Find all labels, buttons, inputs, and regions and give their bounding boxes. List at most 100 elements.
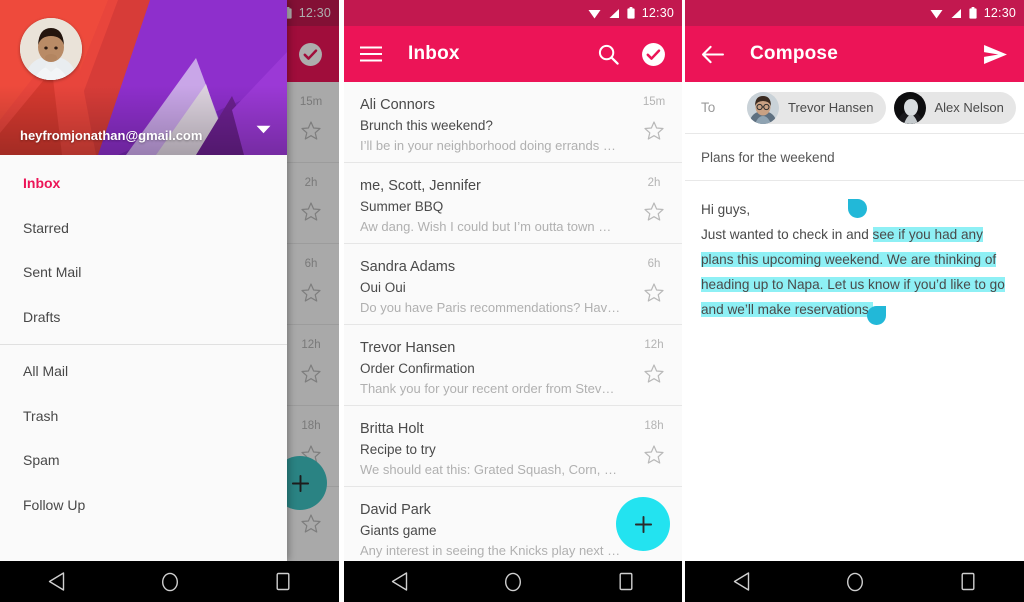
sidebar-item-inbox[interactable]: Inbox xyxy=(0,161,287,206)
mail-meta: 6h xyxy=(283,257,339,311)
subject-field[interactable]: Plans for the weekend xyxy=(685,134,1024,181)
body-text-plain: Hi guys, xyxy=(701,202,751,217)
compose-body[interactable]: Hi guys, Just wanted to check in and see … xyxy=(685,181,1024,565)
mail-text: David Park Giants game Any interest in see… xyxy=(360,500,626,558)
home-circle-icon[interactable] xyxy=(140,561,200,602)
mail-time: 2h xyxy=(647,177,661,189)
sidebar-item-label: Inbox xyxy=(23,175,61,192)
check-circle-icon[interactable] xyxy=(298,42,323,67)
star-toggle[interactable] xyxy=(644,364,664,388)
star-icon[interactable] xyxy=(301,202,321,221)
back-triangle-icon[interactable] xyxy=(712,561,772,602)
mail-sender: Ali Connors xyxy=(360,97,435,113)
mail-subject: Oui Oui xyxy=(360,280,406,296)
mail-meta: 12h xyxy=(283,338,339,392)
mail-time: 15m xyxy=(642,96,666,108)
app-bar: Compose xyxy=(685,26,1024,82)
compose-fab[interactable] xyxy=(616,497,670,551)
send-icon[interactable] xyxy=(983,44,1008,65)
signal-icon xyxy=(609,8,619,18)
wifi-icon xyxy=(930,9,943,18)
mail-sender: Sandra Adams xyxy=(360,259,456,275)
recipient-name: Trevor Hansen xyxy=(788,100,874,115)
table-row[interactable]: Britta Holt Recipe to try We should eat th… xyxy=(344,406,682,487)
body-text-plain: Just wanted to check in and xyxy=(701,227,873,242)
star-icon[interactable] xyxy=(644,445,664,464)
recents-square-icon[interactable] xyxy=(938,561,998,602)
back-triangle-icon[interactable] xyxy=(27,561,87,602)
chevron-down-icon[interactable] xyxy=(256,121,271,139)
recipients-row[interactable]: To Trevor Hansen Alex Nelson xyxy=(685,82,1024,134)
selection-end-handle[interactable] xyxy=(867,306,886,325)
avatar[interactable] xyxy=(20,18,82,80)
table-row[interactable]: Sandra Adams Oui Oui Do you have Paris rec… xyxy=(344,244,682,325)
signal-icon xyxy=(951,8,961,18)
star-icon[interactable] xyxy=(644,202,664,221)
status-bar: 12:30 xyxy=(344,0,682,26)
table-row[interactable]: me, Scott, Jennifer Summer BBQ Aw dang. Wi… xyxy=(344,163,682,244)
home-circle-icon[interactable] xyxy=(483,561,543,602)
star-icon[interactable] xyxy=(301,121,321,140)
star-toggle[interactable] xyxy=(644,121,664,145)
table-row[interactable]: Trevor Hansen Order Confirmation Thank you… xyxy=(344,325,682,406)
recipient-chip[interactable]: Trevor Hansen xyxy=(747,91,886,124)
sidebar-item-trash[interactable]: Trash xyxy=(0,394,287,439)
table-row[interactable]: Ali Connors Brunch this weekend? I’ll be i… xyxy=(344,82,682,163)
check-circle-icon[interactable] xyxy=(641,42,666,67)
star-toggle[interactable] xyxy=(301,121,321,145)
star-icon[interactable] xyxy=(644,121,664,140)
star-toggle[interactable] xyxy=(301,283,321,307)
hamburger-menu-icon[interactable] xyxy=(360,46,382,62)
drawer-divider xyxy=(0,344,287,345)
star-toggle[interactable] xyxy=(301,202,321,226)
mail-text: Sandra Adams Oui Oui Do you have Paris rec… xyxy=(360,257,626,315)
mail-sender: me, Scott, Jennifer xyxy=(360,178,481,194)
mail-meta: 6h xyxy=(626,257,682,311)
status-time: 12:30 xyxy=(298,6,331,20)
star-toggle[interactable] xyxy=(301,364,321,388)
mail-time: 15m xyxy=(299,96,323,108)
star-toggle[interactable] xyxy=(644,283,664,307)
phone-panel-drawer: 12:30 Ali ConnorsBrunch this weekend?I’l… xyxy=(0,0,339,602)
sidebar-item-drafts[interactable]: Drafts xyxy=(0,295,287,340)
recipient-chip[interactable]: Alex Nelson xyxy=(893,91,1016,124)
mail-time: 12h xyxy=(644,339,664,351)
star-icon[interactable] xyxy=(301,283,321,302)
star-icon[interactable] xyxy=(644,364,664,383)
recents-square-icon[interactable] xyxy=(253,561,313,602)
star-toggle[interactable] xyxy=(301,514,321,538)
star-toggle[interactable] xyxy=(644,202,664,226)
status-time: 12:30 xyxy=(983,6,1016,20)
battery-icon xyxy=(969,7,977,19)
sidebar-item-all-mail[interactable]: All Mail xyxy=(0,349,287,394)
mail-sender: David Park xyxy=(360,502,431,518)
mail-meta: 12h xyxy=(626,338,682,392)
body-text-selected: see if you had any xyxy=(872,227,983,242)
mail-meta: 2h xyxy=(283,176,339,230)
sidebar-item-starred[interactable]: Starred xyxy=(0,206,287,251)
sidebar-item-label: Starred xyxy=(23,219,69,236)
mail-time: 6h xyxy=(304,258,318,270)
mail-time: 18h xyxy=(644,420,664,432)
body-line: heading up to Napa. Let us know if you’d… xyxy=(701,272,1008,297)
star-icon[interactable] xyxy=(644,283,664,302)
star-icon[interactable] xyxy=(301,364,321,383)
home-circle-icon[interactable] xyxy=(825,561,885,602)
recents-square-icon[interactable] xyxy=(596,561,656,602)
arrow-back-icon[interactable] xyxy=(701,45,724,64)
sidebar-item-spam[interactable]: Spam xyxy=(0,438,287,483)
selection-start-handle[interactable] xyxy=(848,199,867,218)
search-icon[interactable] xyxy=(598,44,619,65)
wifi-icon xyxy=(588,9,601,18)
mail-subject: Recipe to try xyxy=(360,442,436,458)
mail-snippet: Aw dang. Wish I could but I’m outta town… xyxy=(360,219,612,235)
mail-list[interactable]: Ali Connors Brunch this weekend? I’ll be i… xyxy=(344,82,682,561)
mail-sender: Britta Holt xyxy=(360,421,424,437)
mail-time: 2h xyxy=(304,177,318,189)
sidebar-item-sent-mail[interactable]: Sent Mail xyxy=(0,250,287,295)
sidebar-item-follow-up[interactable]: Follow Up xyxy=(0,483,287,528)
star-toggle[interactable] xyxy=(644,445,664,469)
mail-text: Ali Connors Brunch this weekend? I’ll be i… xyxy=(360,95,626,153)
back-triangle-icon[interactable] xyxy=(370,561,430,602)
star-icon[interactable] xyxy=(301,514,321,533)
